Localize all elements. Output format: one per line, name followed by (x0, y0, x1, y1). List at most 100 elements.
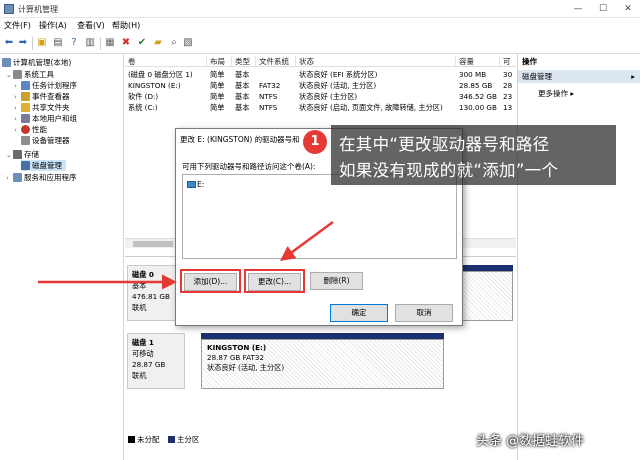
tree-item-shared-folders[interactable]: › 共享文件夹 (14, 102, 70, 113)
delete-button[interactable]: 删除(R) (310, 272, 363, 290)
tree-item-device-manager[interactable]: 设备管理器 (21, 135, 70, 146)
tree-item-system-tools[interactable]: ⌄ 系统工具 (6, 69, 54, 80)
disk0-name: 磁盘 0 (132, 270, 154, 279)
cell-free: 13 (503, 103, 513, 112)
column-type[interactable]: 类型 (235, 56, 250, 67)
column-divider (255, 55, 256, 66)
table-row[interactable]: KINGSTON (E:) 简单 基本 FAT32 状态良好 (活动, 主分区)… (125, 81, 516, 91)
minimize-button[interactable]: — (566, 2, 590, 16)
expand-icon[interactable]: › (14, 104, 21, 112)
menu-view[interactable]: 查看(V) (77, 20, 105, 31)
grid-icon[interactable]: ▦ (104, 37, 116, 49)
scrollbar-thumb[interactable] (133, 241, 173, 247)
cell-volume: KINGSTON (E:) (128, 81, 181, 90)
close-button[interactable]: ✕ (616, 2, 640, 16)
tree-item-task-scheduler[interactable]: › 任务计划程序 (14, 80, 77, 91)
column-divider (231, 55, 232, 66)
disk1-label[interactable]: 磁盘 1 可移动 28.87 GB 联机 (127, 333, 185, 389)
event-icon (21, 92, 30, 101)
folder-up-icon[interactable]: ▣ (36, 37, 48, 49)
cell-free: 23 (503, 92, 513, 101)
change-highlight: 更改(C)... (244, 269, 305, 293)
expand-icon[interactable]: › (14, 82, 21, 90)
help-icon[interactable]: ? (68, 37, 80, 49)
cell-status: 状态良好 (主分区) (299, 92, 358, 101)
folder-open-icon[interactable]: ▰ (152, 37, 164, 49)
cell-layout: 简单 (210, 81, 225, 90)
expand-icon[interactable]: › (6, 174, 13, 182)
expand-icon[interactable]: ⌄ (6, 71, 13, 79)
cell-capacity: 300 MB (459, 70, 487, 79)
forward-icon[interactable]: ➡ (17, 37, 29, 49)
tree-item-disk-management[interactable]: 磁盘管理 (21, 160, 66, 171)
panel-icon[interactable]: ▧ (182, 37, 194, 49)
disk-icon[interactable]: ▥ (84, 37, 96, 49)
cell-status: 状态良好 (活动, 主分区) (299, 81, 377, 90)
actions-disk-management[interactable]: 磁盘管理 ▸ (518, 70, 640, 83)
cell-status: 状态良好 (EFI 系统分区) (299, 70, 378, 79)
expand-icon[interactable]: › (14, 93, 21, 101)
search-icon[interactable]: ⌕ (168, 37, 180, 49)
menu-action[interactable]: 操作(A) (39, 20, 67, 31)
column-free[interactable]: 可 (503, 56, 511, 67)
check-icon[interactable]: ✔ (136, 37, 148, 49)
tree-item-performance[interactable]: › 性能 (14, 124, 47, 135)
drive-path-list[interactable]: E: (182, 174, 457, 259)
expand-icon[interactable]: › (14, 115, 21, 123)
performance-icon (21, 125, 30, 134)
disk1-volume-info: 28.87 GB FAT32 (207, 353, 265, 362)
collapse-arrow-icon[interactable]: ▸ (631, 70, 635, 83)
expand-icon[interactable]: ⌄ (6, 151, 13, 159)
table-row[interactable]: 系统 (C:) 简单 基本 NTFS 状态良好 (启动, 页面文件, 故障转储,… (125, 103, 516, 113)
cell-volume: 软件 (D:) (128, 92, 159, 101)
cell-filesystem: NTFS (259, 92, 278, 101)
column-filesystem[interactable]: 文件系统 (259, 56, 289, 67)
column-divider (455, 55, 456, 66)
column-volume[interactable]: 卷 (128, 56, 136, 67)
cell-volume: (磁盘 0 磁盘分区 1) (128, 70, 193, 79)
cell-layout: 简单 (210, 92, 225, 101)
tree-item-event-viewer[interactable]: › 事件查看器 (14, 91, 70, 102)
tree-item-storage[interactable]: ⌄ 存储 (6, 149, 39, 160)
table-row[interactable]: (磁盘 0 磁盘分区 1) 简单 基本 状态良好 (EFI 系统分区) 300 … (125, 70, 516, 80)
navigation-tree: 计算机管理(本地) ⌄ 系统工具 › 任务计划程序 › 事件查看器 › 共享文件夹 › 本… (0, 54, 124, 460)
cell-volume: 系统 (C:) (128, 103, 158, 112)
volume-list-header: 卷 布局 类型 文件系统 状态 容量 可 (125, 54, 516, 67)
cell-type: 基本 (235, 92, 250, 101)
cell-capacity: 346.52 GB (459, 92, 497, 101)
cancel-button[interactable]: 取消 (395, 304, 453, 322)
column-divider (206, 55, 207, 66)
maximize-button[interactable]: ☐ (591, 2, 615, 16)
tools-icon (13, 70, 22, 79)
title-bar: 计算机管理 — ☐ ✕ (0, 0, 640, 18)
add-button[interactable]: 添加(D)... (184, 273, 237, 291)
more-actions[interactable]: 更多操作 ▸ (538, 88, 574, 99)
expand-icon[interactable]: › (14, 126, 21, 134)
change-button[interactable]: 更改(C)... (248, 273, 301, 291)
callout-box: 在其中“更改驱动器号和路径 如果没有现成的就“添加”一个 (331, 125, 616, 185)
toolbar-separator (100, 37, 101, 50)
menu-help[interactable]: 帮助(H) (112, 20, 140, 31)
disk1-type: 可移动 (132, 349, 154, 358)
window-title: 计算机管理 (18, 5, 58, 14)
disk1-volume-kingston[interactable]: KINGSTON (E:) 28.87 GB FAT32 状态良好 (活动, 主… (201, 339, 444, 389)
list-item[interactable]: E: (187, 180, 204, 189)
tree-item-services[interactable]: › 服务和应用程序 (6, 172, 77, 183)
properties-icon[interactable]: ▤ (52, 37, 64, 49)
storage-icon (13, 150, 22, 159)
back-icon[interactable]: ⬅ (3, 37, 15, 49)
column-layout[interactable]: 布局 (210, 56, 225, 67)
delete-icon[interactable]: ✖ (120, 37, 132, 49)
table-row[interactable]: 软件 (D:) 简单 基本 NTFS 状态良好 (主分区) 346.52 GB … (125, 92, 516, 102)
column-capacity[interactable]: 容量 (459, 56, 474, 67)
legend: 未分配 主分区 (128, 434, 199, 445)
device-icon (21, 136, 30, 145)
dialog-title: 更改 E: (KINGSTON) 的驱动器号和 (180, 135, 300, 144)
ok-button[interactable]: 确定 (330, 304, 388, 322)
tree-item-local-users[interactable]: › 本地用户和组 (14, 113, 77, 124)
computer-icon (2, 58, 11, 67)
column-status[interactable]: 状态 (299, 56, 314, 67)
tree-item-root[interactable]: 计算机管理(本地) (2, 57, 71, 68)
legend-primary: 主分区 (176, 435, 200, 444)
menu-file[interactable]: 文件(F) (4, 20, 31, 31)
